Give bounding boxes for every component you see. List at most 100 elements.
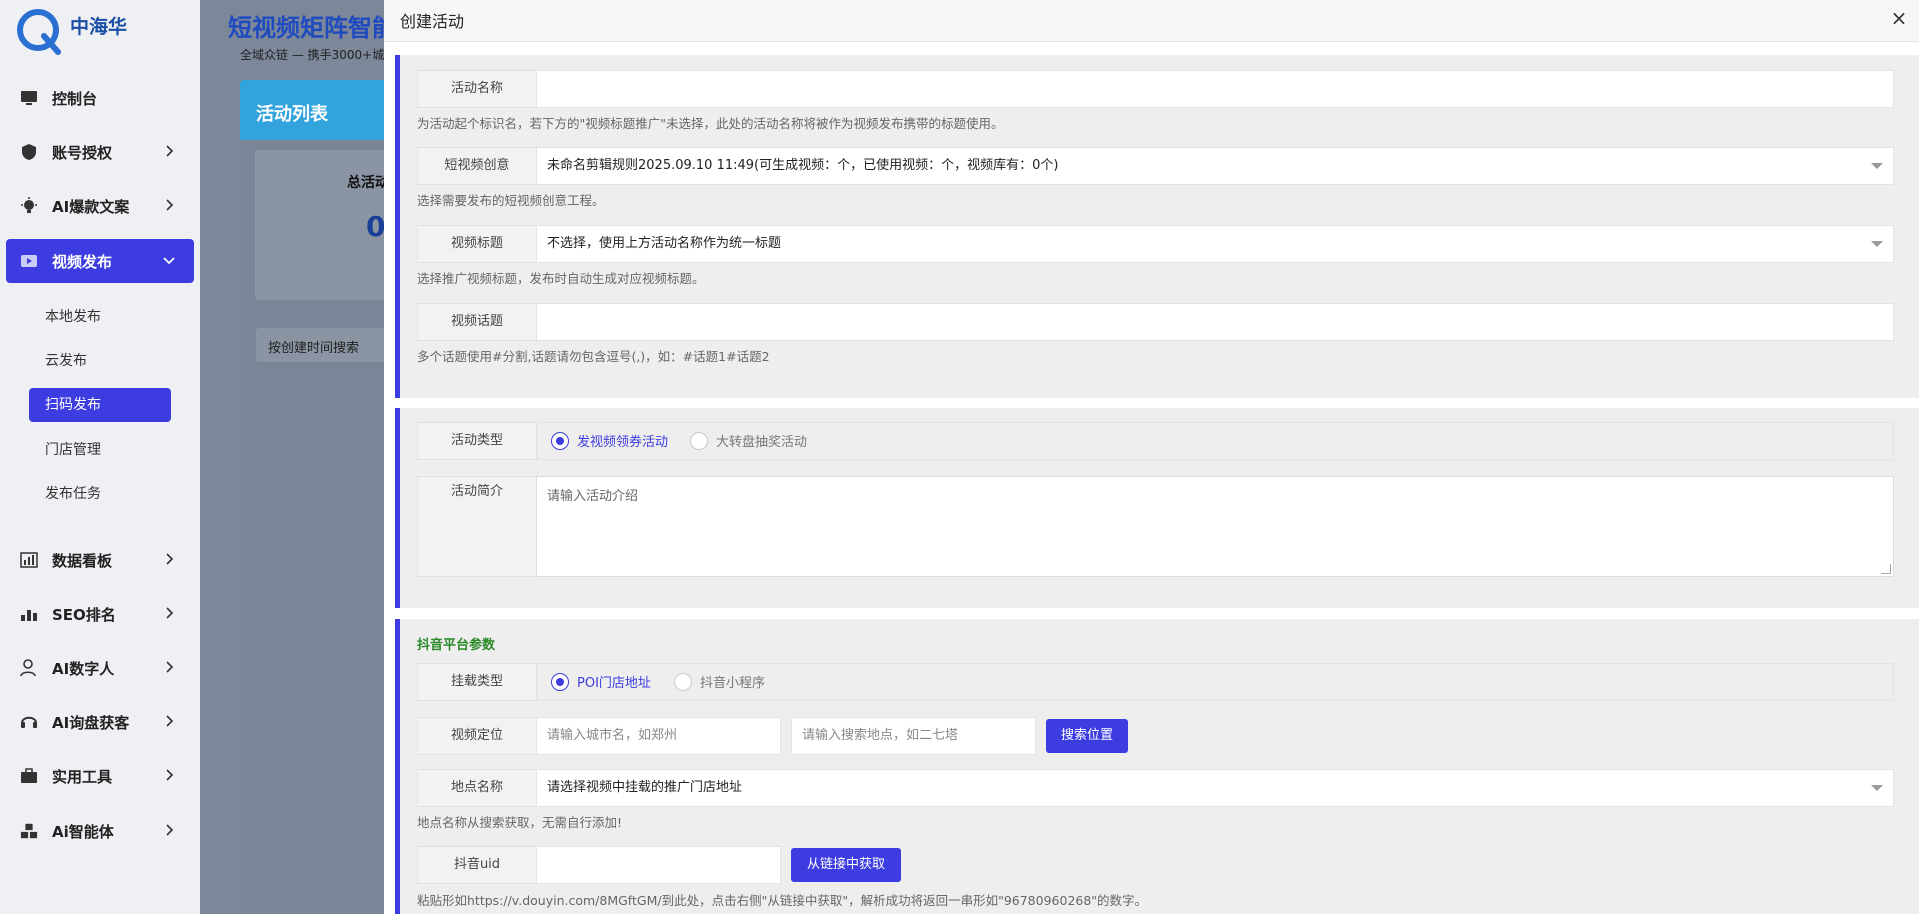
nav-ai-digital-human[interactable]: AI数字人: [6, 646, 194, 690]
video-title-label: 视频标题: [417, 225, 537, 263]
chevron-down-icon: [163, 257, 175, 265]
briefcase-icon: [20, 767, 38, 785]
city-input[interactable]: 请输入城市名，如郑州: [536, 717, 781, 755]
creative-label: 短视频创意: [417, 147, 537, 185]
person-icon: [20, 659, 38, 677]
radio-video-coupon[interactable]: 发视频领券活动: [551, 431, 668, 450]
nav-account-auth-label: 账号授权: [52, 143, 113, 162]
nav-account-auth[interactable]: 账号授权: [6, 130, 194, 174]
radio-wheel-lottery-label: 大转盘抽奖活动: [716, 435, 808, 450]
bar-chart-icon: [20, 551, 38, 569]
nav-ai-inquiry[interactable]: AI询盘获客: [6, 700, 194, 744]
place-name-select-value: 请选择视频中挂载的推广门店地址: [547, 780, 743, 795]
chevron-right-icon: [166, 661, 174, 673]
radio-mini-program-label: 抖音小程序: [700, 676, 766, 691]
creative-hint: 选择需要发布的短视频创意工程。: [417, 193, 605, 208]
sidebar: 中海华 控制台 账号授权 AI爆款文案 视频发布 本地发布 云发布 扫码发布 门…: [0, 0, 200, 914]
video-icon: [20, 252, 38, 270]
mount-type-label: 挂载类型: [417, 663, 537, 701]
nav-seo-ranking[interactable]: SEO排名: [6, 592, 194, 636]
sub-cloud-publish[interactable]: 云发布: [45, 344, 87, 378]
creative-select-value: 未命名剪辑规则2025.09.10 11:49(可生成视频：个，已使用视频：个，…: [547, 158, 1059, 173]
logo-q-icon: [17, 9, 61, 55]
dropdown-arrow-icon: [1871, 785, 1883, 791]
radio-unchecked-icon: [674, 672, 692, 691]
close-icon[interactable]: ×: [1889, 8, 1909, 29]
nav-seo-ranking-label: SEO排名: [52, 605, 116, 624]
chevron-right-icon: [166, 607, 174, 619]
ranking-icon: [20, 605, 38, 623]
section-title: 抖音平台参数: [417, 638, 496, 653]
nav-ai-agent-label: Ai智能体: [52, 822, 114, 841]
nav-video-publish[interactable]: 视频发布: [6, 239, 194, 283]
douyin-params-section: 抖音平台参数 挂载类型 POI门店地址 抖音小程序 视频定位 请输入城市名，如郑…: [395, 619, 1919, 914]
headset-icon: [20, 713, 38, 731]
resize-handle-icon[interactable]: [1881, 564, 1891, 574]
activity-name-input[interactable]: [536, 70, 1894, 108]
chevron-right-icon: [166, 769, 174, 781]
douyin-uid-hint: 粘贴形如https://v.douyin.com/8MGftGM/到此处，点击右…: [417, 893, 1148, 908]
sub-qr-publish[interactable]: 扫码发布: [29, 388, 171, 422]
nav-console-label: 控制台: [52, 89, 98, 108]
stat-label: 总活动: [347, 175, 389, 191]
monitor-icon: [20, 89, 38, 107]
douyin-uid-label: 抖音uid: [417, 846, 537, 884]
chevron-right-icon: [166, 199, 174, 211]
video-title-select-value: 不选择，使用上方活动名称作为统一标题: [547, 236, 782, 251]
radio-poi-store-label: POI门店地址: [577, 676, 651, 691]
video-topic-input[interactable]: [536, 303, 1894, 341]
activity-name-hint: 为活动起个标识名，若下方的"视频标题推广"未选择，此处的活动名称将被作为视频发布…: [417, 116, 1004, 131]
nav-ai-digital-human-label: AI数字人: [52, 659, 115, 678]
nav-utility-tools-label: 实用工具: [52, 767, 113, 786]
radio-mini-program[interactable]: 抖音小程序: [674, 672, 765, 691]
nav-utility-tools[interactable]: 实用工具: [6, 754, 194, 798]
search-location-button[interactable]: 搜索位置: [1046, 719, 1128, 753]
nav-console[interactable]: 控制台: [6, 76, 194, 120]
dropdown-arrow-icon: [1871, 241, 1883, 247]
nav-ai-agent[interactable]: Ai智能体: [6, 809, 194, 853]
create-activity-dialog: 创建活动 × 活动名称 为活动起个标识名，若下方的"视频标题推广"未选择，此处的…: [384, 0, 1919, 914]
video-title-select[interactable]: 不选择，使用上方活动名称作为统一标题: [536, 225, 1894, 263]
radio-unchecked-icon: [690, 431, 708, 450]
activity-intro-label: 活动简介: [417, 476, 537, 577]
place-name-label: 地点名称: [417, 769, 537, 807]
nav-data-dashboard-label: 数据看板: [52, 551, 113, 570]
sub-publish-tasks[interactable]: 发布任务: [45, 477, 101, 511]
chevron-right-icon: [166, 145, 174, 157]
date-search-input[interactable]: 按创建时间搜索: [256, 328, 390, 362]
douyin-uid-input[interactable]: [536, 846, 781, 884]
place-name-hint: 地点名称从搜索获取，无需自行添加!: [417, 815, 623, 830]
video-topic-label: 视频话题: [417, 303, 537, 341]
radio-poi-store[interactable]: POI门店地址: [551, 672, 651, 691]
sub-local-publish[interactable]: 本地发布: [45, 300, 101, 334]
dialog-header: 创建活动 ×: [384, 0, 1919, 42]
creative-select[interactable]: 未命名剪辑规则2025.09.10 11:49(可生成视频：个，已使用视频：个，…: [536, 147, 1894, 185]
sub-store-management[interactable]: 门店管理: [45, 433, 101, 467]
activity-type-label: 活动类型: [417, 422, 537, 460]
dropdown-arrow-icon: [1871, 163, 1883, 169]
cubes-icon: [20, 822, 38, 840]
nav-ai-copywriting[interactable]: AI爆款文案: [6, 184, 194, 228]
activity-list-header: 活动列表: [240, 80, 390, 140]
activity-intro-textarea[interactable]: 请输入活动介绍: [536, 476, 1894, 577]
video-location-label: 视频定位: [417, 717, 537, 755]
video-title-hint: 选择推广视频标题，发布时自动生成对应视频标题。: [417, 271, 705, 286]
place-search-input[interactable]: 请输入搜索地点，如二七塔: [791, 717, 1036, 755]
video-topic-hint: 多个话题使用#分割,话题请勿包含逗号(,)，如：#话题1#话题2: [417, 349, 770, 364]
activity-intro-placeholder: 请输入活动介绍: [547, 489, 639, 504]
nav-data-dashboard[interactable]: 数据看板: [6, 538, 194, 582]
dialog-title: 创建活动: [400, 12, 465, 31]
page-title: 短视频矩阵智能: [228, 14, 396, 42]
get-from-link-button[interactable]: 从链接中获取: [791, 848, 901, 882]
radio-wheel-lottery[interactable]: 大转盘抽奖活动: [690, 431, 807, 450]
activity-type-section: 活动类型 发视频领券活动 大转盘抽奖活动 活动简介 请输入活动介绍: [395, 408, 1919, 608]
chevron-right-icon: [166, 553, 174, 565]
chevron-right-icon: [166, 824, 174, 836]
nav-ai-copywriting-label: AI爆款文案: [52, 197, 130, 216]
radio-checked-icon: [551, 672, 569, 691]
place-name-select[interactable]: 请选择视频中挂载的推广门店地址: [536, 769, 1894, 807]
nav-ai-inquiry-label: AI询盘获客: [52, 713, 130, 732]
nav-video-publish-label: 视频发布: [52, 252, 113, 271]
radio-checked-icon: [551, 431, 569, 450]
logo-text: 中海华: [70, 15, 128, 38]
